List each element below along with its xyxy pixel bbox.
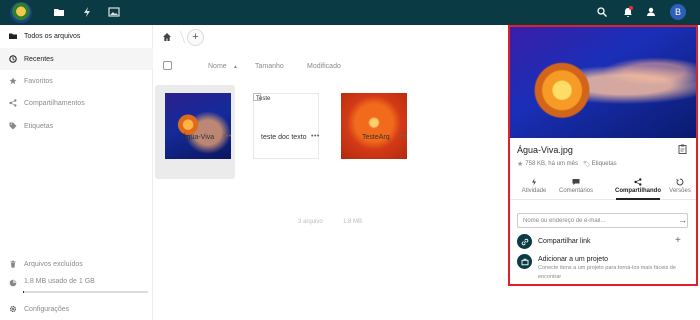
sidebar-item-deleted-files[interactable]: Arquivos excluídos bbox=[0, 253, 153, 275]
app-logo[interactable] bbox=[10, 2, 32, 23]
sidebar-item-recent[interactable]: Recentes bbox=[0, 48, 153, 70]
breadcrumb-separator bbox=[174, 31, 186, 43]
search-icon[interactable] bbox=[596, 6, 608, 18]
tab-label: Versões bbox=[669, 188, 691, 194]
sidebar-item-settings[interactable]: Configurações bbox=[0, 298, 153, 320]
contacts-icon[interactable] bbox=[645, 6, 657, 18]
gear-icon bbox=[8, 305, 17, 314]
file-details-sidebar: Água-Viva.jpg ★ 758 KB, há um mês 🏷 Etiq… bbox=[508, 25, 698, 286]
sort-up-icon: ▲ bbox=[233, 64, 238, 70]
share-link-label[interactable]: Compartilhar link bbox=[538, 238, 591, 245]
file-tile[interactable] bbox=[155, 85, 235, 179]
file-name[interactable]: TesteArq bbox=[362, 134, 390, 141]
activity-icon bbox=[532, 178, 536, 186]
column-name-header[interactable]: Nome bbox=[208, 63, 227, 70]
navigation-sidebar: Todos os arquivos Recentes Favoritos Com… bbox=[0, 25, 153, 320]
project-icon bbox=[517, 254, 532, 269]
share-recipient-input[interactable] bbox=[517, 213, 688, 228]
tab-label: Atividade bbox=[521, 188, 547, 194]
sidebar-item-tags[interactable]: Etiquetas bbox=[0, 115, 153, 137]
tags-link[interactable]: Etiquetas bbox=[592, 161, 617, 167]
sidebar-item-label: Arquivos excluídos bbox=[24, 260, 83, 268]
file-count-summary: 3 arquivo bbox=[298, 219, 323, 225]
tab-versions[interactable]: Versões bbox=[666, 178, 694, 194]
quota-progress-bar bbox=[23, 291, 148, 293]
clipboard-icon[interactable] bbox=[678, 144, 687, 154]
sidebar-item-label: Favoritos bbox=[24, 77, 53, 85]
add-share-link-icon[interactable]: + bbox=[675, 235, 681, 246]
quota-progress-fill bbox=[23, 291, 25, 293]
tab-label: Compartilhando bbox=[615, 188, 661, 194]
add-to-project-description: Conecte itens a um projeto para torná-lo… bbox=[538, 265, 676, 280]
file-preview-image bbox=[510, 27, 696, 138]
activity-icon[interactable] bbox=[81, 6, 93, 18]
files-icon[interactable] bbox=[53, 6, 65, 18]
sidebar-item-favorites[interactable]: Favoritos bbox=[0, 70, 153, 92]
trash-icon bbox=[8, 260, 17, 269]
sidebar-item-all-files[interactable]: Todos os arquivos bbox=[0, 25, 153, 47]
document-thumbnail[interactable]: Teste bbox=[253, 93, 319, 159]
share-icon bbox=[8, 99, 17, 108]
sidebar-item-label: Configurações bbox=[24, 305, 70, 313]
link-icon bbox=[517, 234, 532, 249]
file-meta: ★ 758 KB, há um mês 🏷 Etiquetas bbox=[517, 160, 617, 168]
folder-icon bbox=[8, 32, 17, 41]
share-icon bbox=[634, 178, 642, 186]
file-name[interactable]: Água-Viva bbox=[182, 134, 214, 141]
active-tab-indicator bbox=[616, 198, 660, 200]
flower-thumbnail[interactable] bbox=[341, 93, 407, 159]
file-tile[interactable]: Teste bbox=[243, 85, 323, 179]
tab-sharing[interactable]: Compartilhando bbox=[614, 178, 662, 194]
document-preview-title: Teste bbox=[256, 96, 271, 102]
file-actions-button[interactable]: ••• bbox=[223, 133, 232, 140]
tab-activity[interactable]: Atividade bbox=[518, 178, 550, 194]
file-tile[interactable] bbox=[331, 85, 411, 179]
column-size-header[interactable]: Tamanho bbox=[255, 63, 284, 70]
notification-badge bbox=[629, 6, 633, 10]
clock-icon bbox=[8, 55, 17, 64]
tag-icon: 🏷 bbox=[582, 161, 591, 168]
avatar[interactable]: B bbox=[670, 4, 686, 20]
select-all-checkbox[interactable] bbox=[163, 61, 172, 70]
file-actions-button[interactable]: ••• bbox=[399, 133, 408, 140]
file-list-area: + Nome ▲ Tamanho Modificado Água-Viva ••… bbox=[153, 25, 507, 320]
sidebar-item-label: Todos os arquivos bbox=[24, 32, 81, 40]
comment-icon bbox=[572, 179, 580, 185]
top-bar: B bbox=[0, 0, 700, 25]
details-filename: Água-Viva.jpg bbox=[517, 145, 573, 155]
tab-divider bbox=[510, 199, 696, 200]
star-icon[interactable]: ★ bbox=[517, 160, 523, 168]
star-icon bbox=[8, 77, 17, 86]
arrow-right-icon[interactable]: → bbox=[678, 215, 687, 225]
pie-chart-icon bbox=[8, 278, 17, 287]
jellyfish-thumbnail[interactable] bbox=[165, 93, 231, 159]
file-name[interactable]: teste doc texto bbox=[261, 134, 307, 141]
add-button[interactable]: + bbox=[187, 29, 204, 46]
total-size-summary: 1.8 MB bbox=[343, 219, 363, 225]
sidebar-item-label: Recentes bbox=[24, 55, 54, 63]
sidebar-item-label: Etiquetas bbox=[24, 122, 54, 130]
tab-label: Comentários bbox=[558, 188, 593, 194]
quota-label: 1.8 MB usado de 1 GB bbox=[24, 278, 95, 285]
home-icon[interactable] bbox=[162, 32, 172, 42]
history-icon bbox=[676, 178, 684, 186]
sidebar-item-label: Compartilhamentos bbox=[24, 99, 85, 107]
column-modified-header[interactable]: Modificado bbox=[307, 63, 341, 70]
sidebar-item-shares[interactable]: Compartilhamentos bbox=[0, 92, 153, 114]
file-size-date: 758 KB, há um mês bbox=[525, 161, 578, 167]
add-to-project-label[interactable]: Adicionar a um projeto bbox=[538, 256, 608, 263]
gallery-icon[interactable] bbox=[108, 6, 120, 18]
tag-icon bbox=[8, 122, 17, 131]
tab-comments[interactable]: Comentários bbox=[555, 178, 597, 194]
file-actions-button[interactable]: ••• bbox=[311, 133, 320, 140]
